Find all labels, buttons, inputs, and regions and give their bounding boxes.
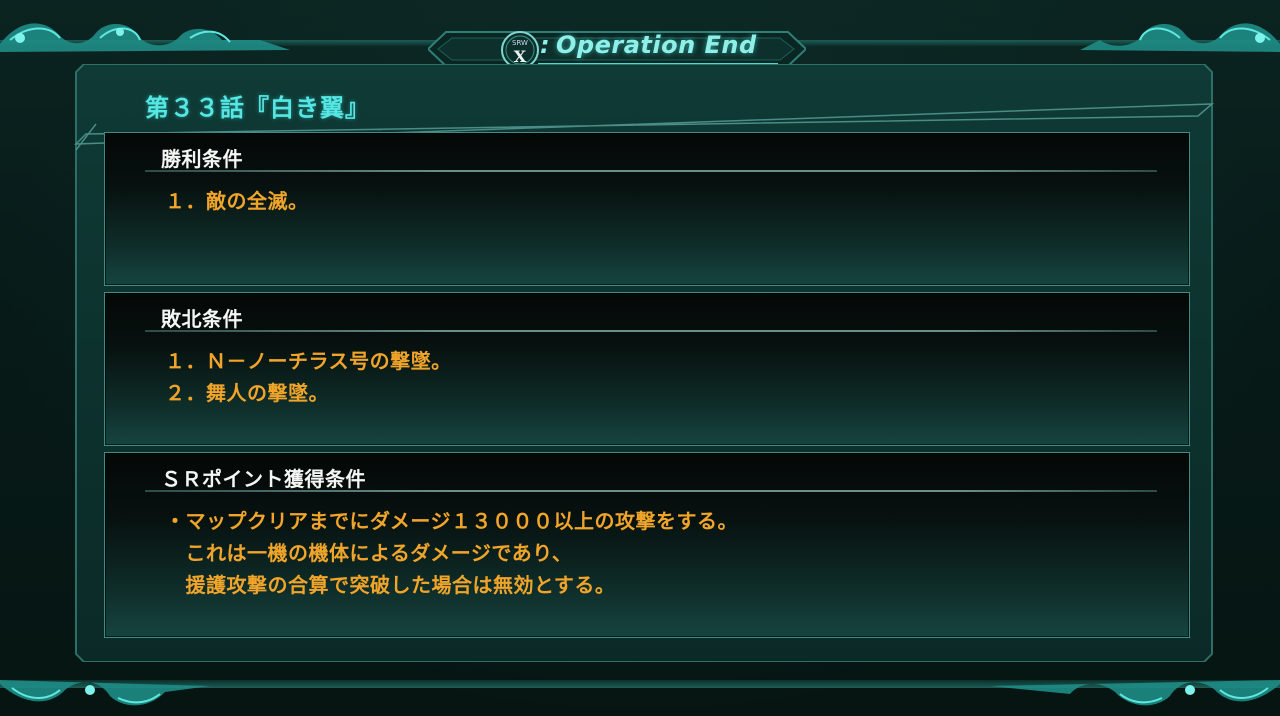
svg-text:SRW: SRW: [512, 39, 528, 47]
sr-point-list: ・マップクリアまでにダメージ１３０００以上の攻撃をする。 これは一機の機体による…: [165, 505, 738, 601]
victory-conditions-box: 勝利条件 １．敵の全滅。: [104, 132, 1190, 286]
operation-end-screen: SRW X : Operation End 第３３話『白き翼』 勝利条件 １．敵…: [0, 0, 1280, 716]
title-colon: :: [540, 31, 550, 59]
bottom-left-ornament: [0, 680, 210, 706]
defeat-heading: 敗北条件: [161, 307, 243, 331]
sr-point-condition-line-3: 援護攻撃の合算で突破した場合は無効とする。: [165, 573, 616, 597]
top-right-ornament: [1080, 23, 1280, 52]
bottom-right-ornament: [990, 680, 1280, 706]
sr-point-divider: [145, 490, 1157, 492]
victory-heading: 勝利条件: [161, 147, 243, 171]
sr-point-condition-line-2: これは一機の機体によるダメージであり、: [165, 541, 573, 565]
sr-point-conditions-box: ＳＲポイント獲得条件 ・マップクリアまでにダメージ１３０００以上の攻撃をする。 …: [104, 452, 1190, 638]
defeat-condition-1: １．Ｎ－ノーチラス号の撃墜。: [165, 349, 452, 373]
victory-list: １．敵の全滅。: [165, 185, 309, 217]
defeat-condition-2: ２．舞人の撃墜。: [165, 381, 329, 405]
stage-title: 第３３話『白き翼』: [145, 94, 370, 122]
defeat-divider: [145, 330, 1157, 332]
defeat-list: １．Ｎ－ノーチラス号の撃墜。 ２．舞人の撃墜。: [165, 345, 452, 409]
sr-point-condition-line-1: ・マップクリアまでにダメージ１３０００以上の攻撃をする。: [165, 509, 738, 533]
defeat-conditions-box: 敗北条件 １．Ｎ－ノーチラス号の撃墜。 ２．舞人の撃墜。: [104, 292, 1190, 446]
victory-divider: [145, 170, 1157, 172]
top-left-ornament: [0, 23, 290, 52]
screen-title: Operation End: [556, 31, 757, 59]
sr-point-heading: ＳＲポイント獲得条件: [161, 467, 366, 491]
victory-condition-1: １．敵の全滅。: [165, 189, 309, 213]
